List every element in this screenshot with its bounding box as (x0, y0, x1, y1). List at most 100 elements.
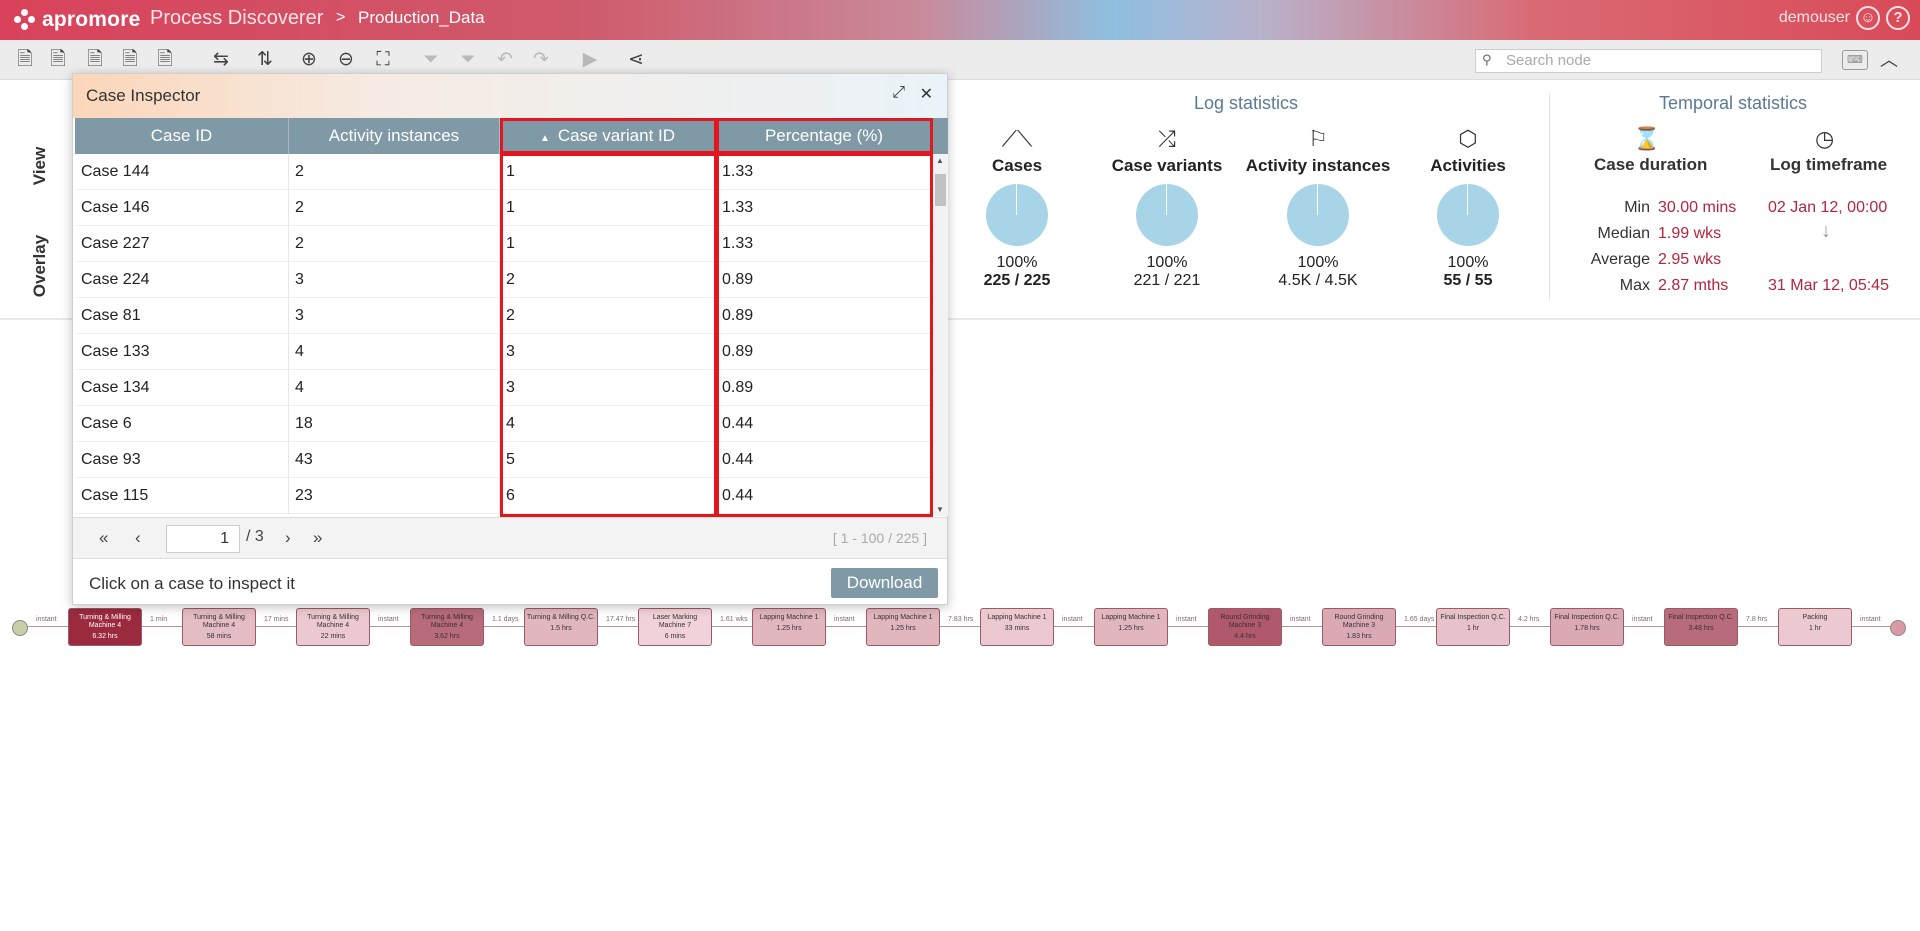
process-node[interactable]: Lapping Machine 1 1.25 hrs (1094, 608, 1168, 646)
stat-pie[interactable] (1287, 184, 1349, 246)
cell-case-id: Case 134 (75, 370, 289, 406)
prev-page-icon[interactable]: ‹ (135, 528, 141, 548)
close-icon[interactable]: ✕ (920, 84, 933, 104)
process-node[interactable]: Lapping Machine 1 33 mins (980, 608, 1054, 646)
download-button[interactable]: Download (831, 568, 938, 598)
node-duration: 1 hr (1466, 625, 1480, 632)
node-duration: 22 mins (320, 633, 346, 640)
share-icon[interactable]: ⋖ (623, 48, 649, 72)
process-edge[interactable] (1168, 626, 1208, 627)
collapse-toolbar-icon[interactable]: ︿ (1880, 46, 1898, 72)
apromore-logo[interactable]: apromore (14, 8, 140, 32)
end-event[interactable] (1890, 620, 1906, 636)
process-edge[interactable] (256, 626, 296, 627)
process-node[interactable]: Final Inspection Q.C. 1 hr (1436, 608, 1510, 646)
tab-overlay[interactable]: Overlay (30, 226, 50, 306)
edge-label: 7.8 hrs (1746, 616, 1768, 623)
process-edge[interactable] (1396, 626, 1436, 627)
scroll-down-icon[interactable]: ▼ (936, 505, 944, 514)
clock-icon: ◷ (1815, 126, 1835, 151)
keyboard-icon[interactable]: ⌨ (1842, 50, 1868, 70)
app-name[interactable]: Process Discoverer (150, 7, 323, 30)
clear-filter-icon[interactable]: ⏷ (455, 48, 481, 72)
process-edge[interactable] (1738, 626, 1778, 627)
undo-icon[interactable]: ↶ (492, 48, 518, 72)
column-activity-instances[interactable]: Activity instances (289, 118, 500, 154)
process-node[interactable]: Final Inspection Q.C. 3.48 hrs (1664, 608, 1738, 646)
process-node[interactable]: Turning & Milling Machine 4 3.62 hrs (410, 608, 484, 646)
search-node-input[interactable]: Search node (1475, 49, 1822, 73)
node-name: Turning & Milling Machine 4 (79, 614, 131, 629)
start-event[interactable] (12, 620, 28, 636)
process-edge[interactable] (1282, 626, 1322, 627)
export-pdf-icon[interactable]: 🗎 (82, 48, 108, 72)
dialog-title-bar[interactable]: Case Inspector ⤢ ✕ (73, 74, 947, 118)
help-icon[interactable]: ? (1886, 6, 1910, 30)
scrollbar-thumb[interactable] (935, 174, 946, 206)
export-svg-icon[interactable]: 🗎 (117, 48, 143, 72)
stat-pie[interactable] (1437, 184, 1499, 246)
process-edge[interactable] (598, 626, 638, 627)
process-map[interactable]: Turning & Milling Machine 4 6.32 hrs Turni… (0, 600, 1920, 650)
process-node[interactable]: Lapping Machine 1 1.25 hrs (752, 608, 826, 646)
duration-value: 2.87 mths (1658, 277, 1729, 294)
tab-view[interactable]: View (30, 126, 50, 206)
process-node[interactable]: Turning & Milling Q.C. 1.5 hrs (524, 608, 598, 646)
animate-icon[interactable]: ▶ (577, 48, 603, 72)
process-node[interactable]: Packing 1 hr (1778, 608, 1852, 646)
process-edge[interactable] (28, 626, 68, 627)
process-node[interactable]: Turning & Milling Machine 4 6.32 hrs (68, 608, 142, 646)
process-edge[interactable] (1510, 626, 1550, 627)
export-png-icon[interactable]: 🗎 (152, 48, 178, 72)
duration-value: 1.99 wks (1658, 225, 1722, 242)
maximize-icon[interactable]: ⤢ (892, 84, 905, 102)
process-node[interactable]: Final Inspection Q.C. 1.78 hrs (1550, 608, 1624, 646)
process-node[interactable]: Round Grinding Machine 3 1.83 hrs (1322, 608, 1396, 646)
last-page-icon[interactable]: » (313, 528, 322, 548)
process-edge[interactable] (1054, 626, 1094, 627)
zoom-in-icon[interactable]: ⊕ (296, 48, 322, 72)
grid-vertical-scrollbar[interactable]: ▲ ▼ (933, 154, 948, 516)
stat-block: ⤮ Case variants 100% 221 / 221 (1092, 126, 1242, 290)
page-number-input[interactable]: 1 (166, 525, 240, 553)
stat-pie[interactable] (986, 184, 1048, 246)
process-edge[interactable] (712, 626, 752, 627)
process-node[interactable]: Round Grinding Machine 3 4.4 hrs (1208, 608, 1282, 646)
process-node[interactable]: Lapping Machine 1 1.25 hrs (866, 608, 940, 646)
layout-horizontal-icon[interactable]: ⇆ (208, 48, 234, 72)
export-text-icon[interactable]: 🗎 (12, 48, 38, 72)
edge-label: 7.83 hrs (948, 616, 974, 623)
process-edge[interactable] (1624, 626, 1664, 627)
cell-activity-instances: 4 (289, 370, 500, 406)
redo-icon[interactable]: ↷ (528, 48, 554, 72)
export-bpmn-icon[interactable]: 🗎 (45, 48, 71, 72)
column-case-id[interactable]: Case ID (75, 118, 289, 154)
stat-pie[interactable] (1136, 184, 1198, 246)
next-page-icon[interactable]: › (285, 528, 291, 548)
duration-value: 30.00 mins (1658, 199, 1737, 216)
edge-label: instant (1290, 616, 1311, 623)
layout-vertical-icon[interactable]: ⇅ (252, 48, 278, 72)
highlight-variant-column (500, 153, 717, 517)
process-node[interactable]: Laser Marking Machine 7 6 mins (638, 608, 712, 646)
process-node[interactable]: Turning & Milling Machine 4 58 mins (182, 608, 256, 646)
process-edge[interactable] (142, 626, 182, 627)
process-edge[interactable] (940, 626, 980, 627)
node-name: Turning & Milling Q.C. (526, 614, 596, 621)
scroll-up-icon[interactable]: ▲ (936, 156, 944, 165)
process-edge[interactable] (1852, 626, 1890, 627)
node-duration: 58 mins (206, 633, 232, 640)
duration-value: 2.95 wks (1658, 251, 1722, 268)
user-account-icon[interactable]: ☺ (1856, 6, 1880, 30)
edge-label: instant (1632, 616, 1653, 623)
username[interactable]: demouser (1779, 9, 1850, 27)
zoom-out-icon[interactable]: ⊖ (333, 48, 359, 72)
first-page-icon[interactable]: « (99, 528, 108, 548)
process-edge[interactable] (826, 626, 866, 627)
process-edge[interactable] (370, 626, 410, 627)
road-icon: ⟋⟍ (1001, 126, 1033, 151)
process-node[interactable]: Turning & Milling Machine 4 22 mins (296, 608, 370, 646)
filter-icon[interactable]: ⏷ (418, 48, 444, 72)
process-edge[interactable] (484, 626, 524, 627)
fit-screen-icon[interactable]: ⛶ (370, 48, 396, 72)
